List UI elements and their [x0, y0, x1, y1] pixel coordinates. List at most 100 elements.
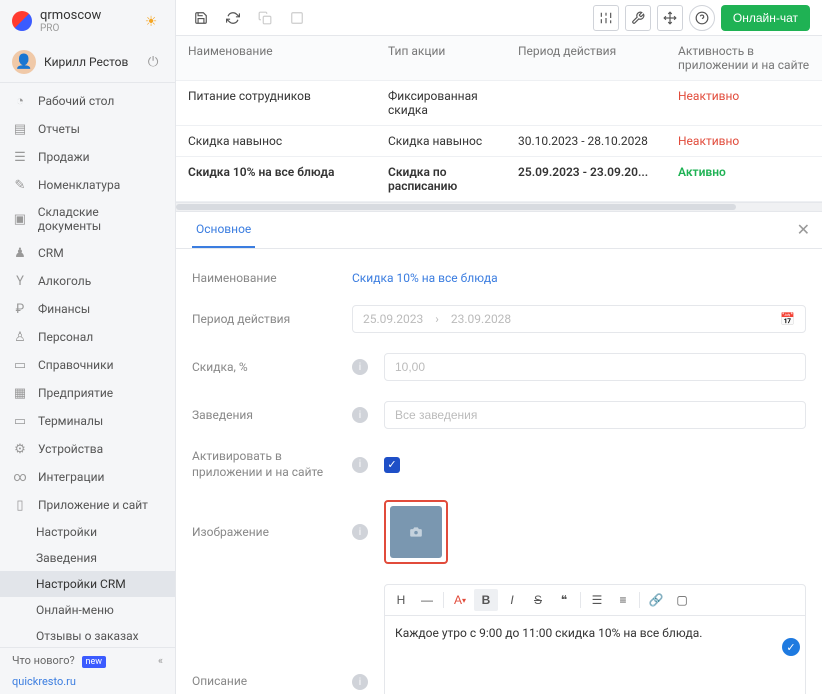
- help-icon[interactable]: [689, 5, 715, 31]
- hr-icon[interactable]: —: [415, 589, 439, 611]
- discount-input[interactable]: [384, 353, 806, 381]
- staff-icon: ♙: [12, 329, 28, 345]
- period-from: 25.09.2023: [363, 312, 423, 326]
- sidebar-item-terminals[interactable]: ▭Терминалы: [0, 407, 175, 435]
- sidebar-item-venues[interactable]: Заведения: [0, 545, 175, 571]
- sidebar-item-finance[interactable]: ₽Финансы: [0, 295, 175, 323]
- bold-icon[interactable]: B: [474, 589, 498, 611]
- settings-icon[interactable]: [625, 5, 651, 31]
- link-icon[interactable]: 🔗: [644, 589, 668, 611]
- chart-icon: ▤: [12, 121, 28, 137]
- theme-toggle-icon[interactable]: ☀: [139, 9, 163, 33]
- link-icon: ∞: [12, 469, 28, 485]
- chevron-right-icon: ›: [435, 312, 439, 326]
- close-icon[interactable]: ✕: [797, 220, 810, 239]
- sidebar-item-dictionaries[interactable]: ▭Справочники: [0, 351, 175, 379]
- heading-icon[interactable]: H: [389, 589, 413, 611]
- th-type[interactable]: Тип акции: [376, 36, 506, 80]
- logout-icon[interactable]: ⏻: [143, 52, 163, 72]
- sidebar-item-enterprise[interactable]: ▦Предприятие: [0, 379, 175, 407]
- editor-toolbar: H — A▾ B I S ❝ ☰ ≡: [385, 585, 805, 616]
- sidebar-item-label: Заведения: [36, 551, 97, 565]
- italic-icon[interactable]: I: [500, 589, 524, 611]
- cell-activity: Активно: [666, 157, 822, 201]
- wine-icon: Y: [12, 273, 28, 289]
- th-period[interactable]: Период действия: [506, 36, 666, 80]
- tag-icon: ✎: [12, 177, 28, 193]
- table-row[interactable]: Скидка навынос Скидка навынос 30.10.2023…: [176, 126, 822, 157]
- camera-icon: [390, 506, 442, 558]
- info-icon[interactable]: i: [352, 524, 368, 540]
- sidebar-item-settings[interactable]: Настройки: [0, 519, 175, 545]
- color-icon[interactable]: A▾: [448, 589, 472, 611]
- quote-icon[interactable]: ❝: [552, 589, 576, 611]
- filter-icon[interactable]: [593, 5, 619, 31]
- venues-input[interactable]: [384, 401, 806, 429]
- list-ul-icon[interactable]: ☰: [585, 589, 609, 611]
- online-chat-button[interactable]: Онлайн-чат: [721, 5, 810, 31]
- copy-icon[interactable]: [252, 5, 278, 31]
- sidebar: qrmoscow PRO ☀ 👤 Кирилл Рестов ⏻ ◔Рабочи…: [0, 0, 176, 694]
- sidebar-item-label: Отзывы о заказах: [36, 629, 139, 643]
- table-row[interactable]: Скидка 10% на все блюда Скидка по распис…: [176, 157, 822, 202]
- site-link[interactable]: quickresto.ru: [0, 673, 175, 694]
- sidebar-item-label: Онлайн-меню: [36, 603, 114, 617]
- calendar-icon[interactable]: 📅: [780, 312, 795, 326]
- label-period: Период действия: [192, 312, 352, 326]
- main-area: Онлайн-чат Наименование Тип акции Период…: [176, 0, 822, 694]
- terminal-icon: ▭: [12, 413, 28, 429]
- cell-type: Скидка по расписанию: [376, 157, 506, 201]
- image-icon[interactable]: ▢: [670, 589, 694, 611]
- promo-table: Наименование Тип акции Период действия А…: [176, 36, 822, 203]
- horizontal-scrollbar[interactable]: [176, 203, 822, 211]
- sidebar-item-app-and-site[interactable]: ▯Приложение и сайт: [0, 491, 175, 519]
- sidebar-item-label: Персонал: [38, 330, 93, 344]
- activate-checkbox[interactable]: ✓: [384, 457, 400, 473]
- check-badge-icon[interactable]: ✓: [782, 638, 800, 656]
- avatar: 👤: [12, 50, 36, 74]
- sidebar-item-nomenclature[interactable]: ✎Номенклатура: [0, 171, 175, 199]
- table-row[interactable]: Питание сотрудников Фиксированная скидка…: [176, 81, 822, 126]
- whats-new-link[interactable]: Что нового?: [12, 654, 75, 667]
- sidebar-item-label: Отчеты: [38, 122, 80, 136]
- sidebar-item-crm-settings[interactable]: Настройки CRM: [0, 571, 175, 597]
- tab-main[interactable]: Основное: [192, 212, 255, 248]
- period-input[interactable]: 25.09.2023 › 23.09.2028 📅: [352, 305, 806, 333]
- th-activity[interactable]: Активность в приложении и на сайте: [666, 36, 822, 80]
- info-icon[interactable]: i: [352, 359, 368, 375]
- strike-icon[interactable]: S: [526, 589, 550, 611]
- sidebar-item-integrations[interactable]: ∞ Интеграции: [0, 463, 175, 491]
- cell-period: 30.10.2023 - 28.10.2028: [506, 126, 666, 156]
- building-icon: ▦: [12, 385, 28, 401]
- cell-period: 25.09.2023 - 23.09.20...: [506, 157, 666, 201]
- th-name[interactable]: Наименование: [176, 36, 376, 80]
- move-icon[interactable]: [657, 5, 683, 31]
- phone-icon: ▯: [12, 497, 28, 513]
- info-icon[interactable]: i: [352, 674, 368, 690]
- refresh-icon[interactable]: [220, 5, 246, 31]
- sidebar-item-online-menu[interactable]: Онлайн-меню: [0, 597, 175, 623]
- app-logo: [12, 11, 32, 31]
- collapse-sidebar-icon[interactable]: «: [158, 654, 163, 667]
- cell-name: Скидка навынос: [176, 126, 376, 156]
- sidebar-item-sales[interactable]: ☰Продажи: [0, 143, 175, 171]
- sidebar-item-alcohol[interactable]: YАлкоголь: [0, 267, 175, 295]
- sidebar-item-reviews[interactable]: Отзывы о заказах: [0, 623, 175, 647]
- toolbar: Онлайн-чат: [176, 0, 822, 36]
- label-discount: Скидка, %: [192, 360, 352, 374]
- sidebar-item-crm[interactable]: ♟CRM: [0, 239, 175, 267]
- sidebar-item-staff[interactable]: ♙ Персонал: [0, 323, 175, 351]
- sidebar-item-dashboard[interactable]: ◔Рабочий стол: [0, 87, 175, 115]
- info-icon[interactable]: i: [352, 457, 368, 473]
- save-icon[interactable]: [188, 5, 214, 31]
- sidebar-item-label: Интеграции: [38, 470, 104, 484]
- sidebar-item-devices[interactable]: ⚙Устройства: [0, 435, 175, 463]
- add-icon[interactable]: [284, 5, 310, 31]
- sidebar-item-warehouse[interactable]: ▣Складские документы: [0, 199, 175, 239]
- sidebar-item-reports[interactable]: ▤ Отчеты: [0, 115, 175, 143]
- editor-body[interactable]: Каждое утро с 9:00 до 11:00 скидка 10% н…: [385, 616, 805, 694]
- image-upload[interactable]: [384, 500, 448, 564]
- info-icon[interactable]: i: [352, 407, 368, 423]
- value-name[interactable]: Скидка 10% на все блюда: [352, 271, 498, 285]
- list-ol-icon[interactable]: ≡: [611, 589, 635, 611]
